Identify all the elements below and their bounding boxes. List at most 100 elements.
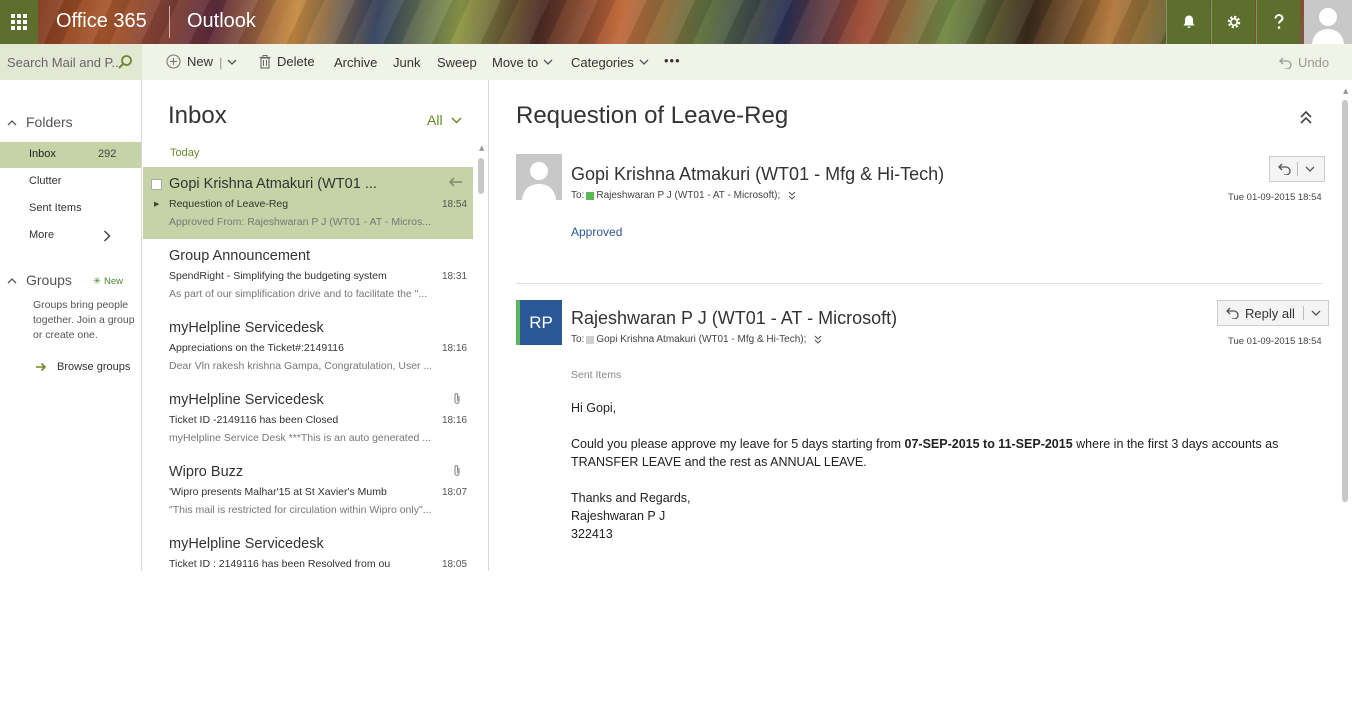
message-sender: Wipro Buzz xyxy=(169,464,244,480)
categories-button[interactable]: Categories xyxy=(571,55,649,70)
folder-item-clutter[interactable]: Clutter xyxy=(29,175,61,187)
reply-all-split-button[interactable]: Reply all xyxy=(1217,300,1329,326)
command-bar: Search Mail and P... New | Delete Archiv… xyxy=(0,44,1352,80)
chevron-right-icon[interactable] xyxy=(103,230,111,242)
sparkle-icon: ✳ xyxy=(93,276,101,287)
expand-conversation-icon[interactable]: ▶ xyxy=(154,200,159,208)
top-bar: Office 365 Outlook xyxy=(0,0,1352,44)
folder-item-inbox[interactable]: Inbox 292 xyxy=(0,142,141,168)
reading-pane-scrollbar[interactable] xyxy=(1342,100,1348,502)
chevron-down-icon[interactable] xyxy=(227,59,237,66)
message-item[interactable]: myHelpline Servicedesk Appreciations on … xyxy=(143,311,473,383)
chevron-down-icon xyxy=(543,59,553,65)
undo-label: Undo xyxy=(1298,55,1330,70)
person-silhouette-icon xyxy=(522,162,556,200)
presence-indicator xyxy=(586,335,595,344)
to-label: To: xyxy=(571,334,585,345)
filter-dropdown[interactable]: All xyxy=(427,112,462,128)
email-closing: Thanks and Regards, xyxy=(571,491,691,505)
reply-options-dropdown[interactable] xyxy=(1298,157,1322,181)
email-signature-id: 322413 xyxy=(571,527,613,541)
new-button[interactable]: New xyxy=(166,54,213,69)
folder-item-more[interactable]: More xyxy=(29,229,54,241)
folders-header[interactable]: Folders xyxy=(7,114,73,130)
recipient-name[interactable]: Gopi Krishna Atmakuri (WT01 - Mfg & Hi-T… xyxy=(596,334,806,345)
chevron-down-icon xyxy=(1311,310,1321,316)
groups-heading: Groups xyxy=(26,272,72,288)
message-time: 18:16 xyxy=(442,343,468,354)
app-launcher-button[interactable] xyxy=(0,0,38,44)
person-silhouette-icon xyxy=(1312,8,1344,44)
scroll-up-arrow[interactable]: ▲ xyxy=(1343,87,1348,95)
more-actions-button[interactable]: ••• xyxy=(664,53,681,68)
double-chevron-down-icon[interactable] xyxy=(788,191,796,200)
message-subject: 'Wipro presents Malhar'15 at St Xavier's… xyxy=(169,486,387,498)
search-icon[interactable] xyxy=(117,54,133,70)
message-item[interactable]: Wipro Buzz 'Wipro presents Malhar'15 at … xyxy=(143,455,473,527)
message-item[interactable]: myHelpline Servicedesk Ticket ID : 21491… xyxy=(143,527,473,571)
paperclip-icon xyxy=(454,465,460,477)
message-time: 18:31 xyxy=(442,271,468,282)
message-sender: myHelpline Servicedesk xyxy=(169,320,324,336)
email-signature-name: Rajeshwaran P J xyxy=(571,509,666,523)
inbox-label: Inbox xyxy=(29,148,56,160)
groups-header[interactable]: Groups xyxy=(7,272,72,288)
user-avatar[interactable] xyxy=(1304,0,1352,44)
double-chevron-up-icon[interactable] xyxy=(1300,111,1312,124)
reply-arrow-icon xyxy=(1278,163,1291,175)
search-placeholder: Search Mail and P... xyxy=(7,55,123,70)
message-date: Tue 01-09-2015 18:54 xyxy=(1228,336,1322,347)
reply-options-dropdown[interactable] xyxy=(1304,301,1328,325)
message-subject: Appreciations on the Ticket#:2149116 xyxy=(169,342,344,354)
gear-icon xyxy=(1227,15,1240,29)
reply-all-button[interactable]: Reply all xyxy=(1218,301,1303,325)
browse-groups-link[interactable]: Browse groups xyxy=(35,361,130,373)
archive-button[interactable]: Archive xyxy=(334,55,377,70)
recipient-name[interactable]: Rajeshwaran P J (WT01 - AT - Microsoft); xyxy=(596,190,780,201)
notifications-button[interactable] xyxy=(1166,0,1210,44)
search-input[interactable]: Search Mail and P... xyxy=(0,44,142,80)
message-sender-name[interactable]: Rajeshwaran P J (WT01 - AT - Microsoft) xyxy=(571,308,897,329)
junk-button[interactable]: Junk xyxy=(393,55,420,70)
reply-button[interactable] xyxy=(1270,157,1297,181)
to-label: To: xyxy=(571,190,585,201)
app-title[interactable]: Outlook xyxy=(187,10,256,33)
scroll-up-arrow[interactable]: ▲ xyxy=(479,144,484,152)
move-to-button[interactable]: Move to xyxy=(492,55,553,70)
folder-pane: Folders Inbox 292 Clutter Sent Items Mor… xyxy=(0,80,142,571)
message-time: 18:05 xyxy=(442,559,468,570)
help-button[interactable] xyxy=(1256,0,1300,44)
message-item[interactable]: Group Announcement SpendRight - Simplify… xyxy=(143,239,473,311)
arrow-right-icon xyxy=(36,362,47,372)
question-mark-icon xyxy=(1274,14,1284,29)
groups-description: Groups bring people together. Join a gro… xyxy=(33,299,135,341)
message-recipients: To: Rajeshwaran P J (WT01 - AT - Microso… xyxy=(571,190,796,201)
delete-button[interactable]: Delete xyxy=(259,54,315,69)
message-sender-name[interactable]: Gopi Krishna Atmakuri (WT01 - Mfg & Hi-T… xyxy=(571,164,944,185)
message-list-scrollbar[interactable] xyxy=(478,158,484,194)
presence-indicator xyxy=(586,191,595,200)
select-checkbox[interactable] xyxy=(151,179,162,190)
chevron-up-icon xyxy=(7,119,17,125)
message-preview: "This mail is restricted for circulation… xyxy=(169,504,431,516)
folder-item-sent-items[interactable]: Sent Items xyxy=(29,202,82,214)
message-date: Tue 01-09-2015 18:54 xyxy=(1228,192,1322,203)
chevron-down-icon xyxy=(451,116,462,124)
replied-arrow-icon xyxy=(449,177,462,187)
new-separator: | xyxy=(219,55,223,70)
categories-label: Categories xyxy=(571,55,634,70)
reply-split-button[interactable] xyxy=(1269,156,1325,182)
double-chevron-down-icon[interactable] xyxy=(814,335,822,344)
message-subject: Ticket ID -2149116 has been Closed xyxy=(169,414,339,426)
message-item[interactable]: Gopi Krishna Atmakuri (WT01 ... ▶ Reques… xyxy=(143,167,473,239)
header-divider xyxy=(169,6,170,38)
settings-button[interactable] xyxy=(1211,0,1255,44)
reply-all-label: Reply all xyxy=(1245,305,1295,321)
undo-button[interactable]: Undo xyxy=(1279,55,1329,70)
message-item[interactable]: myHelpline Servicedesk Ticket ID -214911… xyxy=(143,383,473,455)
new-group-button[interactable]: ✳ New xyxy=(93,276,123,287)
message-divider xyxy=(516,283,1322,284)
sweep-button[interactable]: Sweep xyxy=(437,55,477,70)
brand-logo-text[interactable]: Office 365 xyxy=(56,10,147,33)
message-recipients: To: Gopi Krishna Atmakuri (WT01 - Mfg & … xyxy=(571,334,822,345)
